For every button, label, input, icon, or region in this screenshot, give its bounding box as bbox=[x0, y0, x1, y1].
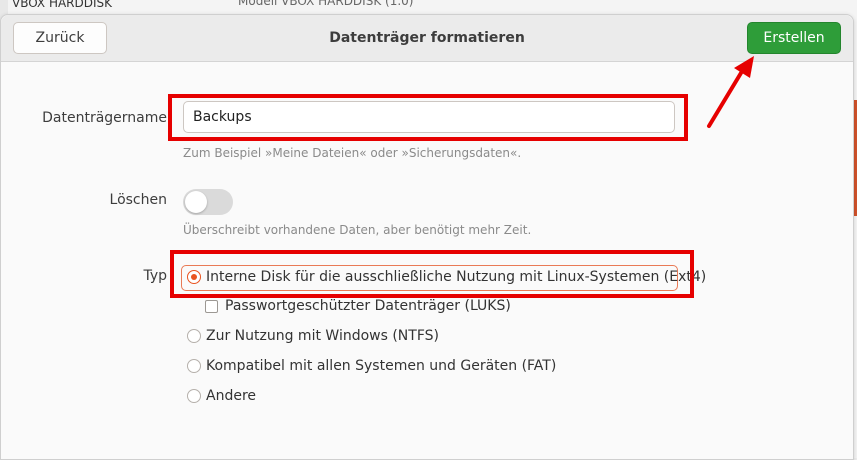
volume-name-label: Datenträgername bbox=[42, 110, 167, 126]
type-option-fat-label: Kompatibel mit allen Systemen und Geräte… bbox=[206, 358, 557, 374]
create-button[interactable]: Erstellen bbox=[747, 22, 841, 54]
radio-unchecked-icon bbox=[187, 329, 201, 343]
format-dialog: Datenträger formatieren Zurück Erstellen… bbox=[0, 14, 854, 460]
back-button[interactable]: Zurück bbox=[13, 22, 107, 54]
type-option-ext4-label: Interne Disk für die ausschließliche Nut… bbox=[206, 269, 707, 285]
type-label: Typ bbox=[143, 268, 167, 284]
background-disk-label: VBOX HARDDISK bbox=[12, 0, 113, 10]
erase-hint: Überschreibt vorhandene Daten, aber benö… bbox=[183, 223, 532, 237]
erase-label: Löschen bbox=[109, 192, 167, 208]
radio-unchecked-icon bbox=[187, 389, 201, 403]
radio-checked-icon bbox=[187, 270, 201, 284]
type-option-ext4[interactable]: Interne Disk für die ausschließliche Nut… bbox=[187, 269, 706, 285]
type-option-ntfs[interactable]: Zur Nutzung mit Windows (NTFS) bbox=[187, 328, 439, 344]
checkbox-icon bbox=[205, 299, 218, 313]
erase-toggle[interactable] bbox=[183, 189, 233, 215]
type-option-other-label: Andere bbox=[206, 388, 257, 404]
background-model-text: Modell VBOX HARDDISK (1.0) bbox=[238, 0, 414, 8]
type-option-ntfs-label: Zur Nutzung mit Windows (NTFS) bbox=[206, 328, 439, 344]
radio-unchecked-icon bbox=[187, 359, 201, 373]
luks-checkbox[interactable]: Passwortgeschützter Datenträger (LUKS) bbox=[205, 298, 511, 314]
type-option-fat[interactable]: Kompatibel mit allen Systemen und Geräte… bbox=[187, 358, 556, 374]
dialog-headerbar: Datenträger formatieren Zurück Erstellen bbox=[1, 15, 853, 62]
volume-name-input[interactable] bbox=[183, 101, 675, 133]
type-option-other[interactable]: Andere bbox=[187, 388, 256, 404]
volume-name-hint: Zum Beispiel »Meine Dateien« oder »Siche… bbox=[183, 146, 522, 160]
dialog-title: Datenträger formatieren bbox=[329, 30, 525, 46]
luks-checkbox-label: Passwortgeschützter Datenträger (LUKS) bbox=[225, 298, 511, 314]
erase-toggle-knob bbox=[185, 191, 207, 213]
